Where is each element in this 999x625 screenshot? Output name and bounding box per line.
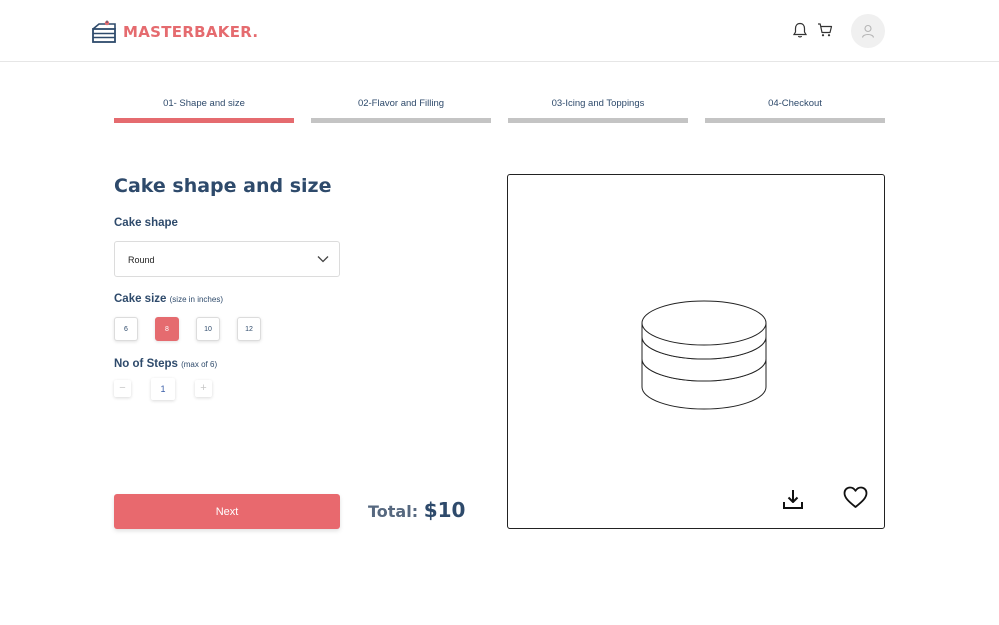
cake-shape-label: Cake shape [114,217,178,229]
step-icing-and-toppings[interactable]: 03-Icing and Toppings [508,98,688,126]
cake-size-hint: (size in inches) [169,295,223,304]
user-icon [861,24,875,38]
step-label: 04-Checkout [768,98,822,109]
cake-logo-icon [92,20,116,43]
no-of-steps-label: No of Steps (max of 6) [114,358,217,370]
size-option-12[interactable]: 12 [237,317,261,341]
page-title: Cake shape and size [114,175,332,197]
download-icon[interactable] [782,488,804,510]
no-of-steps-hint: (max of 6) [181,360,218,369]
bell-icon[interactable] [792,22,808,39]
no-of-steps-label-text: No of Steps [114,358,178,370]
user-avatar[interactable] [851,14,885,48]
step-progress-bar [311,118,491,123]
step-checkout[interactable]: 04-Checkout [705,98,885,126]
steps-decrement-button[interactable]: − [114,380,131,397]
size-option-8[interactable]: 8 [155,317,179,341]
cake-shape-select[interactable]: Round [114,241,340,277]
step-progress-bar [508,118,688,123]
step-progress-bar [114,118,294,123]
brand-logo[interactable]: MASTERBAKER. [91,20,258,44]
size-option-6[interactable]: 6 [114,317,138,341]
step-label: 02-Flavor and Filling [357,98,445,109]
chevron-down-icon [317,256,329,263]
progress-steps: 01- Shape and size 02-Flavor and Filling… [114,98,886,126]
heart-icon[interactable] [843,486,868,509]
step-flavor-and-filling[interactable]: 02-Flavor and Filling [311,98,491,126]
size-option-10[interactable]: 10 [196,317,220,341]
step-progress-bar [705,118,885,123]
step-label: 01- Shape and size [163,98,245,109]
cake-size-label-text: Cake size [114,293,167,305]
cart-icon[interactable] [817,22,833,38]
cake-shape-value: Round [128,255,155,265]
top-header: MASTERBAKER. [0,0,999,62]
total-label: Total: [368,502,419,521]
cake-size-label: Cake size (size in inches) [114,293,223,305]
cake-preview-panel [507,174,885,529]
steps-increment-button[interactable]: + [195,380,212,397]
total-value: $10 [423,498,466,522]
steps-value[interactable]: 1 [151,378,175,400]
next-button[interactable]: Next [114,494,340,529]
cake-preview-image [641,300,767,410]
step-label: 03-Icing and Toppings [551,98,645,109]
total-price: Total: $10 [368,498,465,522]
step-shape-and-size[interactable]: 01- Shape and size [114,98,294,126]
brand-name: MASTERBAKER. [123,23,259,41]
